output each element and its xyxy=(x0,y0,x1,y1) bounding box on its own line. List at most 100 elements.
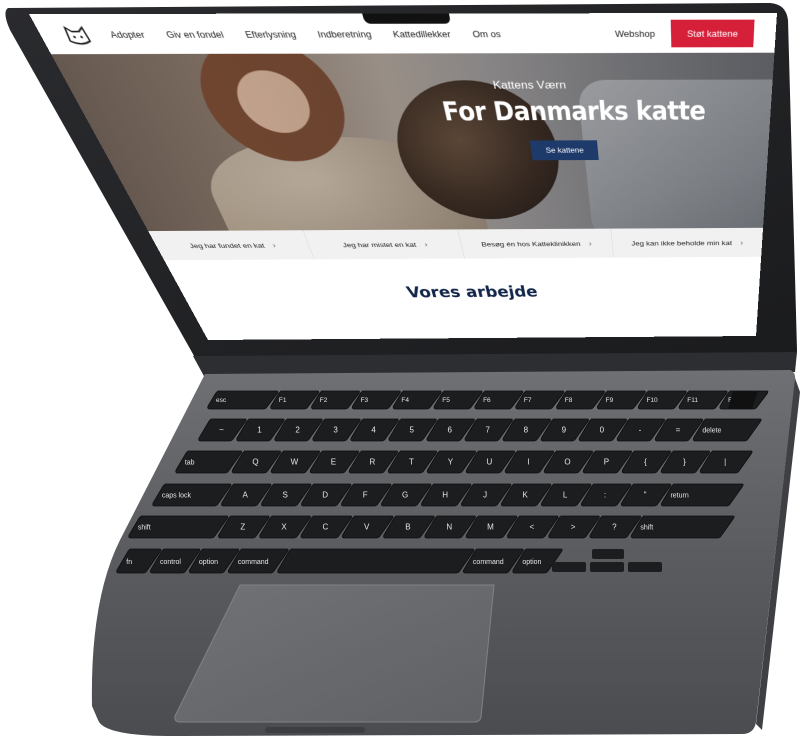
key-label: tab xyxy=(185,460,195,467)
key-label: V xyxy=(364,523,370,532)
key-label: : xyxy=(604,491,606,500)
quick-link-label: Jeg har fundet en kat xyxy=(187,241,266,250)
quick-link-lost-cat[interactable]: Jeg har mistet en kat › xyxy=(303,229,465,260)
key-label: delete xyxy=(702,428,721,435)
key-label: command xyxy=(238,559,269,566)
camera-notch xyxy=(362,13,452,24)
key-label: M xyxy=(487,523,494,532)
quick-link-label: Jeg kan ikke beholde min kat xyxy=(631,239,733,247)
key-label: O xyxy=(564,458,570,467)
key-label: F7 xyxy=(524,397,532,404)
key-label: F8 xyxy=(565,397,573,404)
key-label: S xyxy=(283,491,288,500)
key-label: Z xyxy=(240,523,245,532)
key-label: 6 xyxy=(447,426,452,435)
arrow-key-1[interactable] xyxy=(590,562,624,572)
key-label: > xyxy=(571,523,576,532)
key-label: E xyxy=(331,458,336,467)
nav-item-adopter[interactable]: Adopter xyxy=(108,29,147,40)
key-label: 4 xyxy=(371,426,376,435)
key-label: X xyxy=(281,523,287,532)
key-label: N xyxy=(446,523,452,532)
key-label: command xyxy=(473,559,504,566)
key-label: 9 xyxy=(562,426,567,435)
key-label: J xyxy=(483,491,487,500)
key-label: 7 xyxy=(486,426,491,435)
key-label: F4 xyxy=(401,397,409,404)
quick-link-label: Jeg har mistet en kat xyxy=(341,240,417,249)
key-label: P xyxy=(604,458,609,467)
key-label: F3 xyxy=(361,397,369,404)
key-label: < xyxy=(529,523,534,532)
key-label: } xyxy=(683,458,686,467)
key-label: option xyxy=(522,559,541,566)
section-title-text: Vores arbejde xyxy=(404,282,539,302)
key-label: F5 xyxy=(442,397,450,404)
key-label: U xyxy=(487,458,493,467)
key-label: L xyxy=(563,491,568,500)
chevron-right-icon: › xyxy=(270,241,278,250)
key-label: fn xyxy=(126,559,132,566)
cat-logo-icon[interactable] xyxy=(55,21,97,48)
hero-banner: Kattens Værn For Danmarks katte Se katte… xyxy=(51,52,775,232)
front-notch xyxy=(265,727,365,733)
key-label: 5 xyxy=(409,426,414,435)
section-title: Vores arbejde xyxy=(178,281,760,302)
nav-item-om-os[interactable]: Om os xyxy=(471,28,501,39)
nav-item-giv-en-fondel[interactable]: Giv en fondel xyxy=(164,29,225,40)
key-label: T xyxy=(409,458,414,467)
arrow-key-0[interactable] xyxy=(552,562,586,572)
key-label: K xyxy=(522,491,528,500)
laptop-mockup: escF1F2F3F4F5F6F7F8F9F10F11F12~123456789… xyxy=(0,0,800,739)
chevron-right-icon: › xyxy=(423,240,429,249)
key-label: shift xyxy=(640,525,653,532)
quick-link-clinic[interactable]: Besøg én hos Katteklinikken › xyxy=(457,228,614,259)
key-label: 3 xyxy=(333,426,338,435)
key-label: F9 xyxy=(606,397,614,404)
quick-link-found-cat[interactable]: Jeg har fundet en kat › xyxy=(148,230,315,261)
webshop-link[interactable]: Webshop xyxy=(615,28,655,39)
quick-link-label: Besøg én hos Katteklinikken xyxy=(480,239,581,248)
key-label: control xyxy=(160,559,181,566)
key-label: H xyxy=(442,491,448,500)
key-label: 0 xyxy=(600,426,605,435)
key-label: B xyxy=(405,523,410,532)
key-label: | xyxy=(724,458,726,467)
nav-item-efterlysning[interactable]: Efterlysning xyxy=(243,29,297,40)
key-label: F10 xyxy=(646,397,658,404)
key-label: F6 xyxy=(483,397,491,404)
chevron-right-icon: › xyxy=(588,239,593,248)
key-label: return xyxy=(670,493,688,500)
key-label: caps lock xyxy=(162,493,192,500)
key-label: option xyxy=(199,559,218,566)
key-label: F11 xyxy=(687,397,698,404)
key-label: ~ xyxy=(219,426,224,435)
key-label: A xyxy=(243,491,249,500)
main-navigation: Adopter Giv en fondel Efterlysning Indbe… xyxy=(108,28,502,39)
key-modifier-row-4[interactable] xyxy=(277,548,475,574)
nav-item-kattedillekker[interactable]: Kattedillekker xyxy=(392,28,452,39)
quick-link-rehome-cat[interactable]: Jeg kan ikke beholde min kat › xyxy=(611,228,763,258)
quick-links-bar: Jeg har fundet en kat › Jeg har mistet e… xyxy=(148,227,764,261)
key-label: I xyxy=(527,458,529,467)
key-label: 8 xyxy=(524,426,529,435)
hero-title: For Danmarks katte xyxy=(439,95,706,127)
key-label: Y xyxy=(448,458,454,467)
nav-item-indberetning[interactable]: Indberetning xyxy=(316,28,372,39)
arrow-key-2[interactable] xyxy=(628,562,662,572)
key-label: { xyxy=(644,458,647,467)
key-label: F2 xyxy=(320,397,328,404)
key-label: G xyxy=(402,491,408,500)
key-label: F1 xyxy=(279,397,287,404)
key-label: F xyxy=(363,491,368,500)
arrow-key-3[interactable] xyxy=(592,549,624,559)
key-label: R xyxy=(370,458,376,467)
see-cats-button[interactable]: Se kattene xyxy=(529,140,600,161)
key-label: C xyxy=(322,523,328,532)
hero-kicker: Kattens Værn xyxy=(491,78,567,92)
support-button[interactable]: Støt kattene xyxy=(670,19,755,48)
key-label: ? xyxy=(612,523,617,532)
chevron-right-icon: › xyxy=(740,238,744,247)
key-label: D xyxy=(322,491,328,500)
key-label: esc xyxy=(216,397,227,404)
